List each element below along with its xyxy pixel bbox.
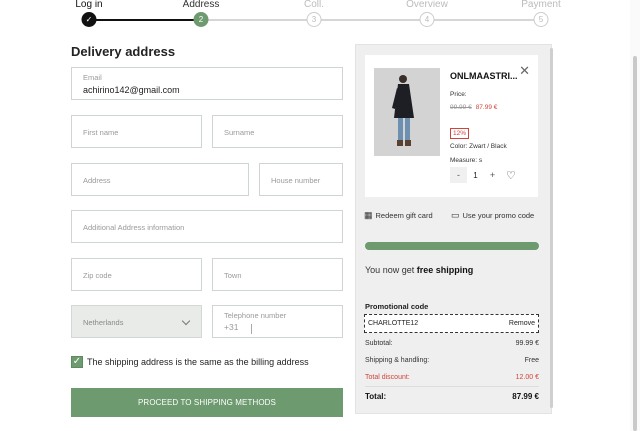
quantity-value: 1 bbox=[467, 167, 484, 183]
country-select[interactable]: Netherlands bbox=[71, 305, 202, 338]
step-label-address: Address bbox=[182, 0, 220, 10]
discount-badge: 12% bbox=[450, 128, 470, 139]
town-input[interactable]: Town bbox=[212, 258, 343, 291]
gift-card-icon: ▦ bbox=[364, 210, 373, 220]
house-number-placeholder: House number bbox=[271, 176, 321, 185]
same-billing-label[interactable]: The shipping address is the same as the … bbox=[87, 357, 309, 367]
promo-code-link-label[interactable]: Use your promo code bbox=[463, 211, 535, 220]
prefix-divider bbox=[251, 324, 252, 334]
step-circle-coll: 3 bbox=[306, 12, 322, 27]
promo-code-value: CHARLOTTE12 bbox=[368, 320, 419, 327]
zip-code-input[interactable]: Zip code bbox=[71, 258, 202, 291]
promo-title: Promotional code bbox=[365, 302, 429, 311]
wishlist-heart-icon[interactable]: ♡ bbox=[506, 169, 516, 182]
free-shipping-message: You now get free shipping bbox=[365, 265, 473, 275]
email-value[interactable]: achirino142@gmail.com bbox=[83, 85, 180, 95]
quantity-stepper: - 1 + ♡ bbox=[450, 167, 516, 183]
surname-input[interactable]: Surname bbox=[212, 115, 343, 148]
shipping-value: Free bbox=[524, 357, 539, 364]
page-scrollbar-thumb[interactable] bbox=[633, 56, 637, 431]
price-row: 99.99 €87.99 € bbox=[450, 104, 497, 111]
subtotal-value: 99.99 € bbox=[515, 340, 539, 347]
summary-scrollbar[interactable] bbox=[550, 48, 553, 408]
old-price: 99.99 € bbox=[450, 104, 472, 111]
town-placeholder: Town bbox=[224, 271, 242, 280]
step-label-payment: Payment bbox=[521, 0, 561, 10]
order-summary-panel: ONLMAASTRI... ✕ Price: 99.99 €87.99 € 12… bbox=[355, 44, 552, 414]
promo-tag-icon: ▭ bbox=[451, 210, 460, 220]
promo-code-link[interactable]: ▭ Use your promo code bbox=[451, 210, 534, 221]
chevron-down-icon bbox=[181, 316, 191, 326]
new-price: 87.99 € bbox=[475, 104, 498, 111]
shipping-row: Shipping & handling: Free bbox=[365, 357, 539, 364]
surname-placeholder: Surname bbox=[224, 128, 255, 137]
first-name-placeholder: First name bbox=[83, 128, 119, 137]
proceed-to-shipping-button[interactable]: PROCEED TO SHIPPING METHODS bbox=[71, 388, 343, 417]
total-label: Total: bbox=[365, 392, 387, 401]
product-photo-icon bbox=[374, 68, 440, 156]
quantity-increase-button[interactable]: + bbox=[484, 167, 501, 183]
step-label-login[interactable]: Log in bbox=[75, 0, 102, 10]
same-billing-row[interactable]: ✓ The shipping address is the same as th… bbox=[71, 356, 309, 368]
step-check-icon[interactable]: ✓ bbox=[81, 12, 97, 27]
shipping-prefix: You now get bbox=[365, 265, 415, 275]
checkout-stepper: Log in ✓ Address 2 Coll. 3 Overview 4 Pa… bbox=[0, 0, 640, 32]
free-shipping-progress-bar bbox=[365, 242, 539, 250]
additional-address-input[interactable]: Additional Address information bbox=[71, 210, 343, 243]
step-circle-payment: 5 bbox=[533, 12, 549, 27]
step-line-done bbox=[89, 19, 201, 21]
promo-remove-button[interactable]: Remove bbox=[509, 320, 535, 327]
quantity-decrease-button[interactable]: - bbox=[450, 167, 467, 183]
additional-address-placeholder: Additional Address information bbox=[83, 223, 185, 232]
page-title: Delivery address bbox=[71, 44, 176, 59]
house-number-input[interactable]: House number bbox=[259, 163, 343, 196]
subtotal-label: Subtotal: bbox=[365, 340, 393, 347]
telephone-label: Telephone number bbox=[224, 311, 287, 320]
address-placeholder: Address bbox=[83, 176, 111, 185]
step-line-remaining bbox=[201, 19, 541, 21]
summary-divider bbox=[365, 386, 539, 387]
subtotal-row: Subtotal: 99.99 € bbox=[365, 340, 539, 347]
redeem-gift-card-label[interactable]: Redeem gift card bbox=[376, 211, 433, 220]
country-value: Netherlands bbox=[83, 318, 124, 327]
total-row: Total: 87.99 € bbox=[365, 392, 539, 401]
telephone-input[interactable]: Telephone number +31 bbox=[212, 305, 343, 338]
shipping-label: Shipping & handling: bbox=[365, 357, 430, 364]
product-image[interactable] bbox=[374, 68, 440, 156]
discount-label: Total discount: bbox=[365, 374, 410, 381]
product-color: Color: Zwart / Black bbox=[450, 143, 507, 150]
email-label: Email bbox=[83, 73, 102, 82]
redeem-gift-card-link[interactable]: ▦ Redeem gift card bbox=[364, 210, 433, 221]
cart-product-card: ONLMAASTRI... ✕ Price: 99.99 €87.99 € 12… bbox=[365, 55, 538, 197]
page-scrollbar[interactable] bbox=[630, 0, 640, 431]
first-name-input[interactable]: First name bbox=[71, 115, 202, 148]
promo-code-box: CHARLOTTE12 Remove bbox=[364, 314, 539, 333]
product-measure: Measure: s bbox=[450, 157, 483, 164]
step-label-coll: Coll. bbox=[303, 0, 325, 10]
zip-code-placeholder: Zip code bbox=[83, 271, 112, 280]
step-circle-address: 2 bbox=[193, 12, 209, 27]
telephone-prefix: +31 bbox=[224, 322, 239, 332]
remove-item-icon[interactable]: ✕ bbox=[519, 64, 530, 77]
discount-value: 12.00 € bbox=[515, 374, 539, 381]
step-circle-overview: 4 bbox=[419, 12, 435, 27]
step-label-overview: Overview bbox=[406, 0, 448, 10]
shipping-strong: free shipping bbox=[416, 265, 474, 275]
discount-row: Total discount: 12.00 € bbox=[365, 374, 539, 381]
price-label: Price: bbox=[450, 91, 467, 98]
product-name[interactable]: ONLMAASTRI... bbox=[450, 71, 518, 81]
total-value: 87.99 € bbox=[512, 392, 539, 401]
address-input[interactable]: Address bbox=[71, 163, 249, 196]
same-billing-checkbox[interactable]: ✓ bbox=[71, 356, 83, 368]
email-field[interactable]: Email achirino142@gmail.com bbox=[71, 67, 343, 100]
